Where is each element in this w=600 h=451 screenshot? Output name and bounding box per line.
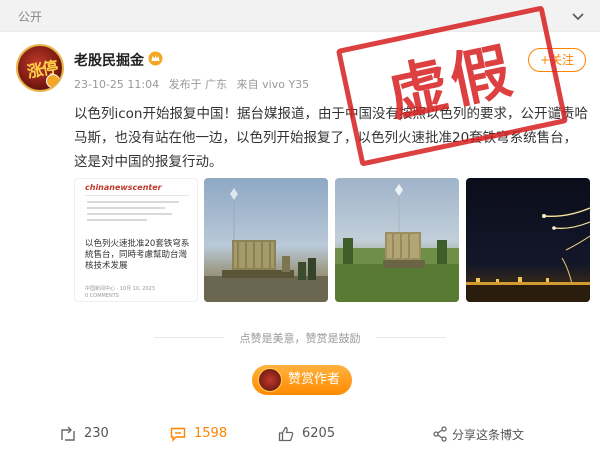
visibility-label: 公开 (18, 10, 43, 24)
post-time: 23-10-25 11:04 (74, 78, 160, 91)
thumbs-up-icon (278, 426, 294, 442)
repost-button[interactable]: 230 (60, 424, 130, 444)
comment-button[interactable]: 1598 (170, 424, 250, 444)
repost-count: 230 (84, 426, 109, 441)
repost-icon (61, 426, 75, 441)
author-name[interactable]: 老股民掘金 (74, 50, 144, 70)
reward-tip-text: 点赞是美意，赞赏是鼓励 (239, 332, 361, 345)
image-gallery: chinanewscenter 以色列火速批准20套铁穹系統售台，同時考慮幫助台… (74, 178, 590, 302)
article-comments: 0 COMMENTS (85, 293, 119, 299)
share-label: 分享这条博文 (452, 428, 525, 442)
share-icon (433, 426, 447, 442)
post-meta: 23-10-25 11:04 发布于 广东 来自 vivo Y35 (74, 76, 309, 92)
article-text-lines (87, 201, 187, 225)
post-location: 发布于 广东 (168, 78, 228, 91)
comment-count: 1598 (194, 426, 228, 441)
divider (376, 337, 446, 338)
post-device: 来自 vivo Y35 (236, 78, 310, 91)
article-meta: 中国新闻中心 · 10月 10, 2023 (85, 286, 155, 292)
article-site-name: chinanewscenter (85, 183, 162, 192)
like-count: 6205 (302, 426, 336, 441)
night-interception-photo[interactable] (466, 178, 590, 302)
reward-tip: 点赞是美意，赞赏是鼓励 (0, 328, 600, 348)
launcher-field-photo[interactable] (335, 178, 459, 302)
launcher-illustration (204, 188, 328, 302)
like-button[interactable]: 6205 (278, 424, 358, 444)
article-screenshot-image[interactable]: chinanewscenter 以色列火速批准20套铁穹系統售台，同時考慮幫助台… (74, 178, 198, 302)
reward-avatar-icon (258, 368, 282, 392)
divider (85, 195, 189, 196)
launcher-field-illustration (335, 184, 459, 302)
launcher-photo[interactable] (204, 178, 328, 302)
reward-button-label: 赞赏作者 (288, 372, 341, 387)
comment-icon (170, 427, 186, 442)
verified-badge-icon (46, 74, 60, 88)
avatar[interactable]: 涨停 (16, 44, 64, 92)
article-headline: 以色列火速批准20套铁穹系統售台，同時考慮幫助台灣核技术发展 (85, 239, 190, 271)
night-interception-illustration (466, 207, 590, 302)
vip-crown-icon (148, 51, 163, 66)
action-bar: 230 1598 6205 分享这条博文 (0, 420, 600, 448)
share-button[interactable]: 分享这条博文 (432, 424, 542, 444)
chevron-down-icon[interactable] (570, 8, 586, 24)
reward-author-button[interactable]: 赞赏作者 (252, 365, 352, 395)
